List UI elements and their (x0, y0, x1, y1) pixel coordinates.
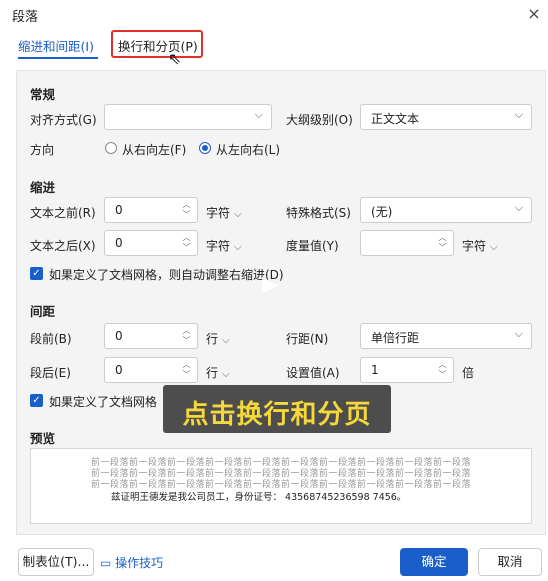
line-spacing-label: 行距(N) (286, 332, 329, 346)
chevron-down-icon: ⌵ (222, 369, 230, 380)
alignment-select[interactable]: ⌵ (104, 104, 272, 130)
stepper-arrows-icon[interactable]: ︿ ﹀ (182, 233, 191, 253)
outline-level-label: 大纲级别(O) (286, 113, 353, 127)
overlay-caption-text: 点击换行和分页 (182, 400, 372, 430)
tab-indent-spacing[interactable]: 缩进和间距(I) (18, 36, 94, 58)
stepper-arrows-icon[interactable]: ︿ ﹀ (438, 360, 447, 380)
indent-after-unit[interactable]: 字符 ⌵ (206, 237, 242, 254)
stepper-arrows-icon[interactable]: ︿ ﹀ (438, 233, 447, 253)
setting-value-stepper[interactable]: 1 ︿ ﹀ (360, 357, 454, 383)
special-format-select[interactable]: (无) ⌵ (360, 197, 532, 223)
measure-unit[interactable]: 字符 ⌵ (462, 237, 498, 254)
special-format-label: 特殊格式(S) (286, 206, 351, 220)
special-format-value: (无) (371, 205, 393, 219)
close-icon[interactable]: × (522, 2, 546, 26)
active-tab-indicator (18, 57, 98, 59)
section-spacing: 间距 (30, 304, 56, 319)
alignment-label: 对齐方式(G) (30, 113, 97, 127)
play-icon: ▶ (262, 272, 279, 297)
preview-box: 前一段落前一段落前一段落前一段落前一段落前一段落前一段落前一段落前一段落前一段落… (30, 448, 532, 524)
chevron-down-icon: ⌵ (222, 335, 230, 346)
snap-to-grid-label: 如果定义了文档网格 (49, 395, 158, 409)
chevron-down-icon: ⌵ (234, 209, 242, 220)
space-before-stepper[interactable]: 0 ︿ ﹀ (104, 323, 198, 349)
preview-sample-text: 兹证明王德发是我公司员工，身份证号： 43568745236598 7456。 (111, 492, 407, 503)
operation-tips-label: 操作技巧 (115, 556, 164, 570)
space-after-value: 0 (115, 363, 123, 377)
space-after-label: 段后(E) (30, 366, 71, 380)
indent-before-stepper[interactable]: 0 ︿ ﹀ (104, 197, 198, 223)
space-before-label: 段前(B) (30, 332, 72, 346)
measure-label: 度量值(Y) (286, 239, 339, 253)
cancel-button[interactable]: 取消 (478, 548, 542, 576)
stepper-arrows-icon[interactable]: ︿ ﹀ (182, 360, 191, 380)
space-before-value: 0 (115, 329, 123, 343)
chevron-down-icon: ⌵ (234, 242, 242, 253)
stepper-arrows-icon[interactable]: ︿ ﹀ (182, 326, 191, 346)
space-after-unit[interactable]: 行 ⌵ (206, 364, 230, 381)
indent-before-value: 0 (115, 203, 123, 217)
indent-after-stepper[interactable]: 0 ︿ ﹀ (104, 230, 198, 256)
outline-level-select[interactable]: 正文文本 ⌵ (360, 104, 532, 130)
ltr-label: 从左向右(L) (216, 143, 281, 157)
chevron-down-icon: ⌵ (514, 327, 523, 340)
setting-value: 1 (371, 363, 379, 377)
overlay-caption: 点击换行和分页 (163, 385, 391, 433)
title-bar: 段落 × (0, 0, 548, 30)
auto-adjust-right-indent-label: 如果定义了文档网格，则自动调整右缩进(D) (49, 268, 284, 282)
chevron-down-icon: ⌵ (514, 201, 523, 214)
stepper-arrows-icon[interactable]: ︿ ﹀ (182, 200, 191, 220)
line-spacing-value: 单倍行距 (371, 331, 420, 345)
operation-tips-link[interactable]: ▭ 操作技巧 (100, 554, 163, 571)
auto-adjust-right-indent-checkbox[interactable]: ✓ (30, 267, 43, 280)
chevron-down-icon: ⌵ (254, 108, 263, 121)
measure-stepper[interactable]: ︿ ﹀ (360, 230, 454, 256)
ltr-radio[interactable] (199, 142, 211, 154)
setting-value-unit: 倍 (462, 366, 475, 380)
chevron-down-icon: ⌵ (514, 108, 523, 121)
section-general: 常规 (30, 87, 56, 102)
indent-before-unit[interactable]: 字符 ⌵ (206, 204, 242, 221)
ok-button[interactable]: 确定 (400, 548, 468, 576)
tips-icon: ▭ (100, 556, 112, 570)
direction-label: 方向 (30, 143, 55, 157)
chevron-down-icon: ⌵ (490, 242, 498, 253)
section-indent: 缩进 (30, 180, 56, 195)
tab-highlight-box (111, 30, 203, 58)
mouse-cursor-icon: ⇖ (168, 49, 182, 68)
space-before-unit[interactable]: 行 ⌵ (206, 330, 230, 347)
tab-stops-button[interactable]: 制表位(T)... (18, 548, 94, 576)
space-after-stepper[interactable]: 0 ︿ ﹀ (104, 357, 198, 383)
indent-after-label: 文本之后(X) (30, 239, 96, 253)
snap-to-grid-checkbox[interactable]: ✓ (30, 394, 43, 407)
rtl-radio[interactable] (105, 142, 117, 154)
section-preview: 预览 (30, 431, 56, 446)
indent-after-value: 0 (115, 236, 123, 250)
rtl-label: 从右向左(F) (122, 143, 187, 157)
indent-before-label: 文本之前(R) (30, 206, 96, 220)
outline-level-value: 正文文本 (371, 112, 420, 126)
setting-value-label: 设置值(A) (286, 366, 340, 380)
window-title: 段落 (12, 10, 39, 25)
line-spacing-select[interactable]: 单倍行距 ⌵ (360, 323, 532, 349)
